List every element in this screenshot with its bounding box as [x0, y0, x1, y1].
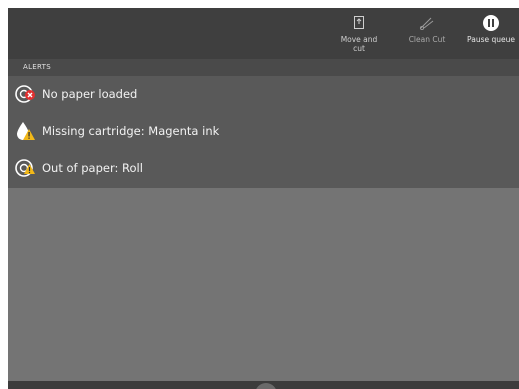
alert-text: Out of paper: Roll: [42, 161, 143, 175]
alert-text: No paper loaded: [42, 87, 138, 101]
move-and-cut-button[interactable]: Move and cut: [340, 8, 378, 59]
ink-warning-icon: [14, 120, 36, 142]
pause-queue-label: Pause queue: [467, 35, 515, 44]
clean-cut-icon: [418, 13, 436, 33]
alert-item-no-paper[interactable]: No paper loaded: [8, 76, 519, 113]
pause-icon: [482, 13, 500, 33]
alert-list: No paper loaded Missing cartridge: Magen…: [8, 76, 519, 188]
pause-queue-button[interactable]: Pause queue: [460, 8, 519, 59]
error-paper-icon: [14, 83, 36, 105]
move-and-cut-label: Move and cut: [340, 35, 378, 53]
clean-cut-label: Clean Cut: [408, 35, 446, 44]
clean-cut-button[interactable]: Clean Cut: [405, 8, 449, 59]
alerts-header: ALERTS: [8, 59, 519, 76]
move-and-cut-icon: [352, 13, 366, 33]
printer-screen: Move and cut Clean Cut Pause queue ALERT…: [8, 8, 519, 389]
alert-item-missing-cartridge[interactable]: Missing cartridge: Magenta ink: [8, 113, 519, 150]
empty-area: [8, 188, 519, 381]
toolbar: Move and cut Clean Cut Pause queue: [8, 8, 519, 59]
alert-item-out-of-paper[interactable]: Out of paper: Roll: [8, 150, 519, 187]
roll-warning-icon: [14, 157, 36, 179]
alerts-header-label: ALERTS: [23, 63, 51, 71]
alert-text: Missing cartridge: Magenta ink: [42, 124, 220, 138]
